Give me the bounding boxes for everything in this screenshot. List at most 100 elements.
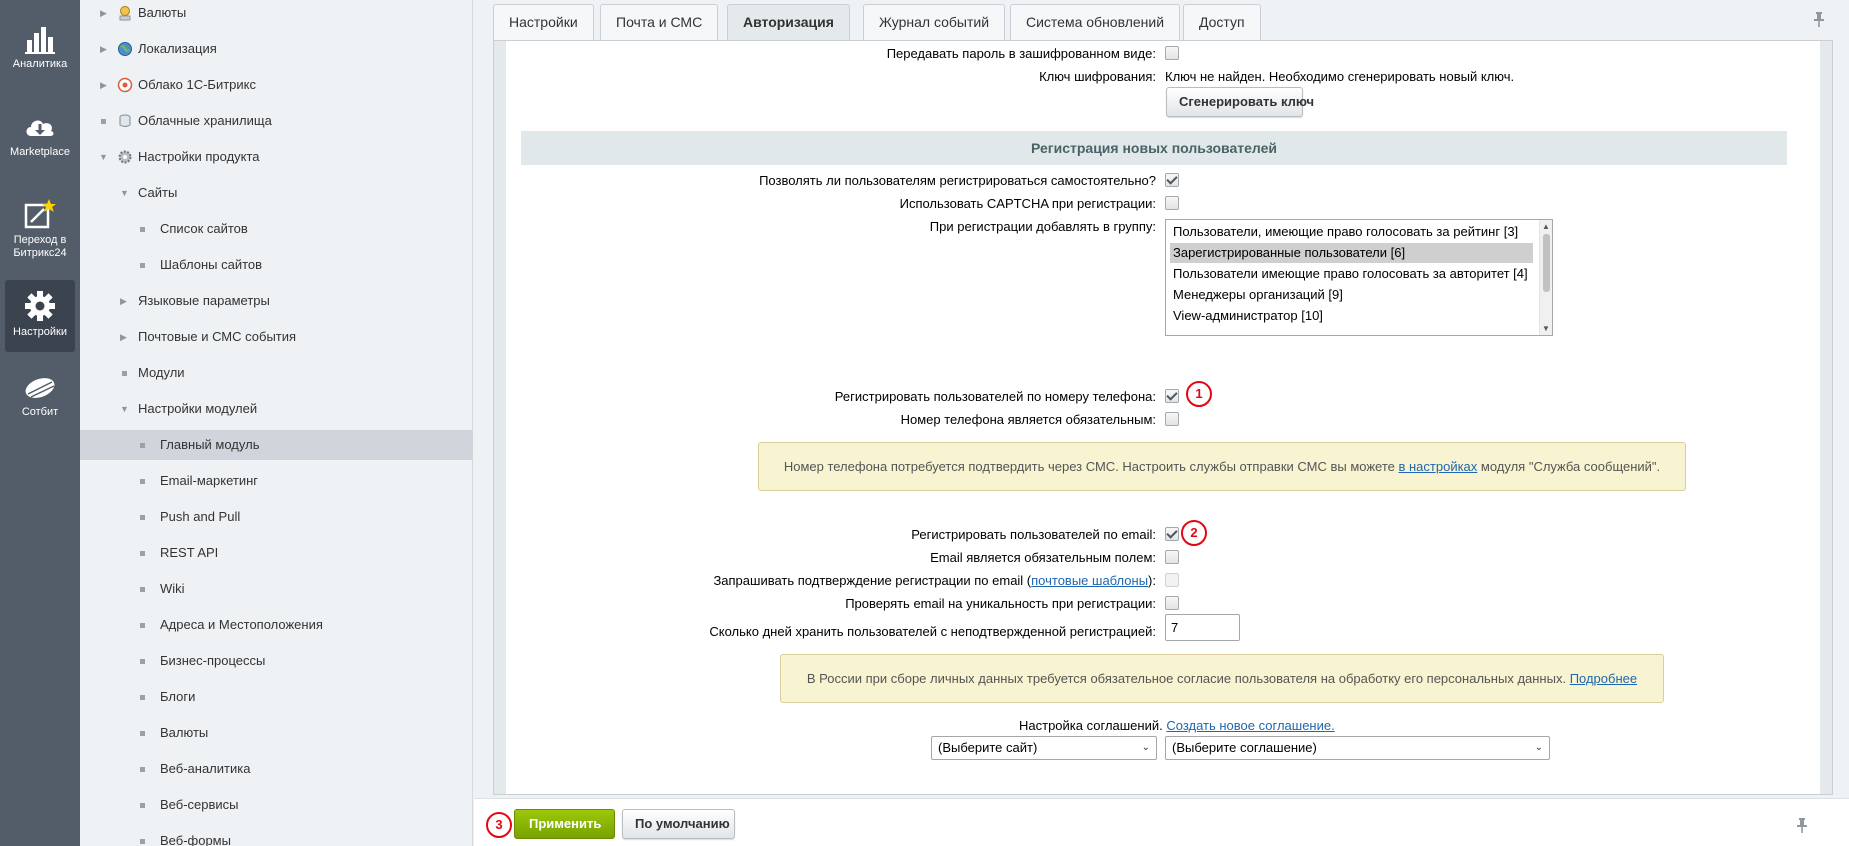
- listbox-option-selected[interactable]: Зарегистрированные пользователи [6]: [1170, 243, 1533, 263]
- chevron-down-icon: ⌄: [1534, 742, 1543, 753]
- scroll-up-icon[interactable]: ▲: [1542, 222, 1550, 231]
- email-confirm-text: Запрашивать подтверждение регистрации по…: [713, 573, 1032, 588]
- arrow-right-icon[interactable]: ▶: [120, 286, 127, 316]
- tree-item-mail-events[interactable]: ▶ Почтовые и СМС события: [80, 322, 473, 352]
- arrow-down-icon[interactable]: ▼: [120, 178, 129, 208]
- keep-days-input[interactable]: 7: [1165, 614, 1240, 641]
- scroll-down-icon[interactable]: ▼: [1542, 324, 1550, 333]
- phone-sms-note: Номер телефона потребуется подтвердить ч…: [758, 442, 1686, 491]
- listbox-option[interactable]: Менеджеры организаций [9]: [1170, 285, 1346, 305]
- nav-bitrix24[interactable]: Переход в Битрикс24: [5, 198, 75, 268]
- bullet-icon: [140, 443, 145, 448]
- generate-key-button[interactable]: Сгенерировать ключ: [1166, 87, 1314, 117]
- tree-item-language[interactable]: ▶ Языковые параметры: [80, 286, 473, 316]
- nav-marketplace[interactable]: Marketplace: [5, 114, 75, 174]
- use-captcha-checkbox[interactable]: [1165, 196, 1179, 210]
- arrow-right-icon[interactable]: ▶: [100, 70, 107, 100]
- settings-gear-icon: [118, 150, 132, 164]
- tab-event-log[interactable]: Журнал событий: [863, 4, 1006, 40]
- tree-item-email-marketing[interactable]: Email-маркетинг: [80, 466, 473, 496]
- arrow-down-icon[interactable]: ▼: [120, 394, 129, 424]
- tab-update-system[interactable]: Система обновлений: [1010, 4, 1181, 40]
- bullet-icon: [140, 587, 145, 592]
- email-required-label: Email является обязательным полем:: [930, 550, 1156, 565]
- tree-item-bitrix-cloud[interactable]: ▶ Облако 1С-Битрикс: [80, 70, 473, 100]
- tree-item-push-pull[interactable]: Push and Pull: [80, 502, 473, 532]
- listbox-scrollbar[interactable]: ▲ ▼: [1539, 220, 1552, 335]
- pin-icon[interactable]: [1796, 817, 1808, 833]
- tree-item-modules[interactable]: Модули: [80, 358, 473, 388]
- nav-analytics[interactable]: Аналитика: [5, 24, 75, 84]
- tree-item-product-settings[interactable]: ▼ Настройки продукта: [80, 142, 473, 172]
- tree-item-web-analytics[interactable]: Веб-аналитика: [80, 754, 473, 784]
- tree-item-wiki[interactable]: Wiki: [80, 574, 473, 604]
- tree-item-site-list[interactable]: Список сайтов: [80, 214, 473, 244]
- nav-analytics-label: Аналитика: [12, 58, 68, 70]
- register-by-phone-checkbox[interactable]: [1165, 389, 1179, 403]
- pin-icon[interactable]: [1813, 11, 1825, 27]
- tree-item-blogs[interactable]: Блоги: [80, 682, 473, 712]
- listbox-option[interactable]: Пользователи, имеющие право голосовать з…: [1170, 222, 1521, 242]
- keep-days-label: Сколько дней хранить пользователей с неп…: [709, 624, 1156, 639]
- bullet-icon: [140, 263, 145, 268]
- consent-note: В России при сборе личных данных требует…: [780, 654, 1664, 703]
- tree-item-label: Модули: [138, 365, 185, 380]
- tab-settings[interactable]: Настройки: [493, 4, 594, 40]
- scrollbar-thumb[interactable]: [1543, 234, 1550, 292]
- arrow-right-icon[interactable]: ▶: [100, 34, 107, 64]
- tree-item-localization[interactable]: ▶ Локализация: [80, 34, 473, 64]
- user-group-listbox[interactable]: Пользователи, имеющие право голосовать з…: [1165, 219, 1553, 336]
- tree-item-sites[interactable]: ▼ Сайты: [80, 178, 473, 208]
- bitrix24-icon: [24, 199, 56, 229]
- nav-sotbit[interactable]: Сотбит: [5, 374, 75, 434]
- email-confirm-label: Запрашивать подтверждение регистрации по…: [713, 573, 1156, 588]
- tree-item-label: Email-маркетинг: [160, 473, 259, 488]
- nav-settings[interactable]: Настройки: [5, 280, 75, 352]
- tab-access[interactable]: Доступ: [1183, 4, 1261, 40]
- arrow-right-icon[interactable]: ▶: [100, 0, 107, 28]
- tree-item-label: REST API: [160, 545, 219, 560]
- arrow-right-icon[interactable]: ▶: [120, 322, 127, 352]
- encryption-key-label: Ключ шифрования:: [1039, 69, 1156, 84]
- site-select[interactable]: (Выберите сайт) ⌄: [931, 736, 1157, 760]
- listbox-option[interactable]: Пользователи имеющие право голосовать за…: [1170, 264, 1531, 284]
- mail-templates-link[interactable]: почтовые шаблоны: [1031, 573, 1148, 588]
- tab-mail-sms[interactable]: Почта и СМС: [600, 4, 719, 40]
- tree-item-web-forms[interactable]: Веб-формы: [80, 826, 473, 846]
- agreement-select[interactable]: (Выберите соглашение) ⌄: [1165, 736, 1550, 760]
- email-confirm-checkbox[interactable]: [1165, 573, 1179, 587]
- consent-more-link[interactable]: Подробнее: [1570, 671, 1637, 686]
- email-required-checkbox[interactable]: [1165, 550, 1179, 564]
- panel-edge: [1820, 41, 1832, 794]
- tree-item-rest-api[interactable]: REST API: [80, 538, 473, 568]
- tree-item-label: Веб-формы: [160, 833, 231, 846]
- create-agreement-link[interactable]: Создать новое соглашение.: [1166, 718, 1334, 733]
- register-by-email-checkbox[interactable]: [1165, 527, 1179, 541]
- tree-item-currencies-module[interactable]: Валюты: [80, 718, 473, 748]
- default-button[interactable]: По умолчанию: [622, 809, 735, 839]
- phone-note-text: Номер телефона потребуется подтвердить ч…: [783, 459, 1399, 474]
- nav-sotbit-label: Сотбит: [21, 406, 59, 418]
- tree-item-main-module[interactable]: Главный модуль: [80, 430, 473, 460]
- allow-self-register-checkbox[interactable]: [1165, 173, 1179, 187]
- tree-item-label: Почтовые и СМС события: [138, 329, 297, 344]
- tree-item-module-settings[interactable]: ▼ Настройки модулей: [80, 394, 473, 424]
- tree-item-addresses[interactable]: Адреса и Местоположения: [80, 610, 473, 640]
- agreement-label: Настройка соглашений.: [1019, 718, 1163, 733]
- tree-item-web-services[interactable]: Веб-сервисы: [80, 790, 473, 820]
- tree-item-label: Валюты: [160, 725, 209, 740]
- encrypt-password-checkbox[interactable]: [1165, 46, 1179, 60]
- arrow-down-icon[interactable]: ▼: [99, 142, 108, 172]
- sms-settings-link[interactable]: в настройках: [1398, 459, 1477, 474]
- tree-item-site-templates[interactable]: Шаблоны сайтов: [80, 250, 473, 280]
- tree-item-label: Веб-сервисы: [160, 797, 239, 812]
- tree-item-business-processes[interactable]: Бизнес-процессы: [80, 646, 473, 676]
- tab-authorization[interactable]: Авторизация: [727, 4, 850, 42]
- tree-item-cloud-storage[interactable]: Облачные хранилища: [80, 106, 473, 136]
- annotation-marker-2: 2: [1181, 520, 1207, 546]
- tree-item-currencies[interactable]: ▶ Валюты: [80, 0, 473, 28]
- apply-button[interactable]: Применить: [514, 809, 615, 839]
- email-unique-checkbox[interactable]: [1165, 596, 1179, 610]
- phone-required-checkbox[interactable]: [1165, 412, 1179, 426]
- listbox-option[interactable]: View-администратор [10]: [1170, 306, 1326, 326]
